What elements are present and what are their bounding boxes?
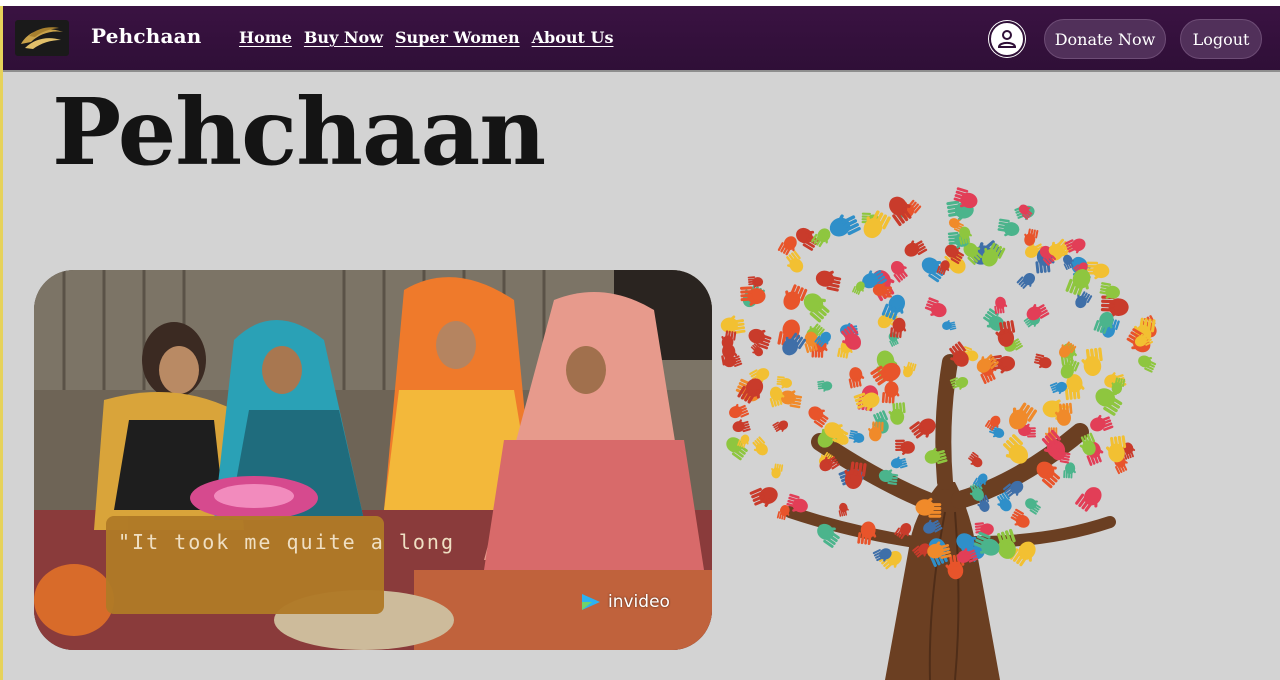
video-watermark: invideo (580, 592, 670, 612)
hand-print (771, 463, 784, 479)
hand-print (1081, 347, 1103, 377)
hand-print (942, 320, 957, 331)
hand-print (881, 381, 900, 404)
left-edge (0, 6, 3, 680)
hand-print (838, 502, 849, 517)
hand-print (1033, 353, 1052, 369)
hand-print (732, 419, 751, 433)
hand-print (888, 402, 906, 425)
hand-print (815, 270, 842, 292)
user-profile-button[interactable] (989, 21, 1025, 57)
hand-print (909, 418, 936, 439)
hand-print (1025, 498, 1041, 515)
hand-print (749, 487, 778, 507)
hand-print (817, 380, 833, 392)
watermark-text: invideo (608, 592, 670, 612)
nav-super-women[interactable]: Super Women (395, 28, 520, 47)
hand-print (848, 367, 865, 389)
logout-button[interactable]: Logout (1180, 19, 1262, 59)
hand-print (924, 297, 947, 318)
hand-print (903, 361, 917, 378)
invideo-logo-icon (582, 594, 600, 610)
brand-logo[interactable] (15, 20, 69, 56)
hand-print (863, 210, 891, 239)
hand-print (997, 218, 1020, 237)
hand-print (1064, 238, 1086, 254)
user-icon (997, 30, 1017, 48)
hand-print (848, 430, 865, 443)
navbar: Pehchaan Home Buy Now Super Women About … (3, 6, 1280, 72)
hand-print (1138, 355, 1157, 373)
hand-print (1075, 487, 1102, 512)
nav-about-us[interactable]: About Us (532, 28, 614, 47)
hand-print (989, 354, 1016, 374)
hand-print (1063, 462, 1076, 479)
hand-print (1016, 273, 1036, 289)
nav-home[interactable]: Home (239, 28, 292, 47)
hand-print (994, 296, 1008, 315)
hand-print (1010, 508, 1030, 528)
video-caption: "It took me quite a long (118, 530, 455, 554)
nav-buy-now[interactable]: Buy Now (304, 28, 383, 47)
hand-print (890, 456, 908, 469)
donate-button[interactable]: Donate Now (1044, 19, 1166, 59)
hand-print (769, 386, 785, 408)
hero-title: Pehchaan (52, 78, 546, 186)
brand-name[interactable]: Pehchaan (91, 24, 202, 48)
hands-tree-illustration (700, 182, 1170, 680)
hand-print (729, 403, 750, 419)
hand-print (1090, 414, 1114, 432)
hand-print (968, 451, 983, 468)
hand-print (780, 390, 803, 409)
hand-print (772, 420, 789, 432)
video-caption-box: "It took me quite a long (106, 516, 453, 614)
hand-print (904, 240, 928, 257)
hand-print (752, 436, 768, 456)
hand-print (894, 439, 915, 455)
hero-video[interactable]: "It took me quite a long invideo (34, 270, 712, 650)
hand-print (1024, 228, 1039, 246)
hand-print (748, 328, 772, 350)
hand-print (783, 284, 808, 310)
main-nav: Home Buy Now Super Women About Us (239, 28, 613, 47)
hand-print (829, 214, 861, 237)
